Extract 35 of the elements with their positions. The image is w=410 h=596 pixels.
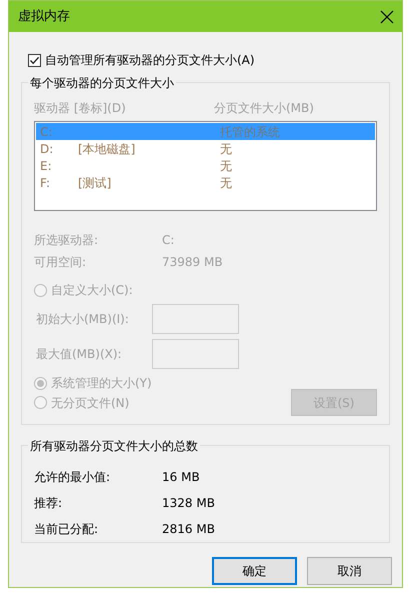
field-label: 初始大小(MB)(I): (36, 311, 130, 328)
column-header: 驱动器 [卷标](D) (34, 100, 127, 117)
info-label: 所选驱动器: (34, 232, 100, 249)
total-label: 推荐: (34, 495, 64, 512)
total-value: 1328 MB (162, 495, 215, 512)
page-file-size: 无 (220, 174, 232, 192)
group-title: 每个驱动器的分页文件大小 (28, 74, 176, 92)
info-value: 73989 MB (162, 254, 223, 271)
drive-letter: C: (40, 124, 54, 140)
total-value: 2816 MB (162, 521, 215, 538)
drive-letter: D: (40, 140, 54, 158)
info-value: C: (162, 232, 174, 249)
close-icon[interactable] (380, 10, 394, 24)
volume-label: [测试] (78, 174, 112, 192)
column-header: 分页文件大小(MB) (214, 100, 314, 117)
total-value: 16 MB (162, 469, 200, 486)
radio-label: 自定义大小(C): (51, 282, 133, 299)
checkbox[interactable] (28, 54, 41, 66)
window-title: 虚拟内存 (18, 8, 70, 26)
volume-label: [本地磁盘] (78, 140, 136, 158)
radio-label: 系统管理的大小(Y) (51, 375, 152, 392)
ok-button[interactable]: 确定 (212, 557, 297, 585)
page-file-size: 托管的系统 (220, 124, 280, 140)
total-label: 允许的最小值: (34, 469, 112, 486)
cancel-button[interactable]: 取消 (307, 557, 392, 585)
checkbox-label: 自动管理所有驱动器的分页文件大小(A) (45, 52, 255, 69)
page-file-size: 无 (220, 140, 232, 158)
radio-label: 无分页文件(N) (51, 394, 130, 412)
field-label: 最大值(MB)(X): (36, 346, 123, 363)
info-label: 可用空间: (34, 254, 88, 271)
drive-letter: E: (40, 158, 53, 174)
group-title: 所有驱动器分页文件大小的总数 (28, 437, 200, 455)
page-file-size: 无 (220, 158, 232, 174)
total-label: 当前已分配: (34, 521, 100, 538)
drive-letter: F: (40, 174, 52, 192)
